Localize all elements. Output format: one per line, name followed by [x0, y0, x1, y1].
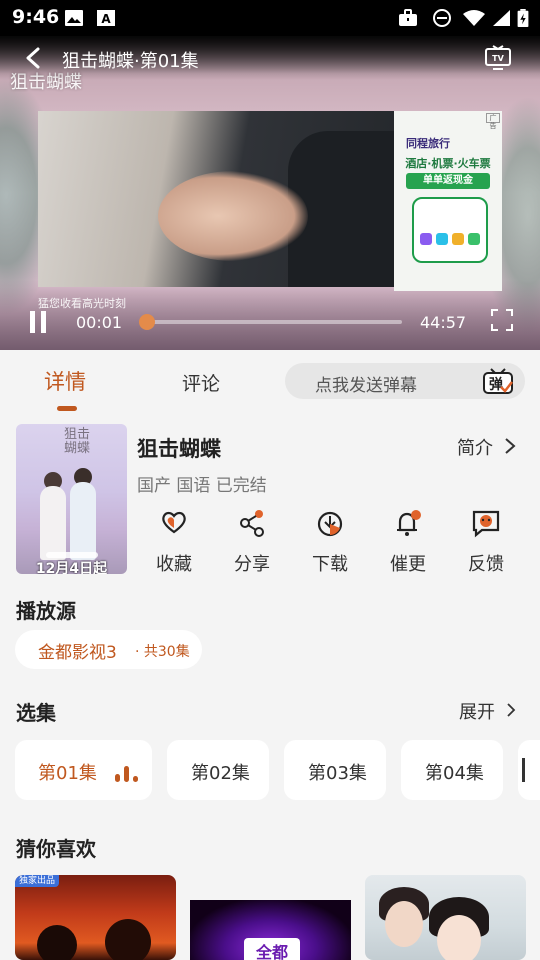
episode-chip-01[interactable]: 第01集 — [15, 740, 152, 800]
show-poster[interactable]: 狙击蝴蝶 12月4日起 — [16, 424, 127, 574]
exclusive-tag: 独家出品 — [15, 875, 60, 887]
danmu-input[interactable]: 点我发送弹幕 弹 — [285, 363, 525, 399]
feedback-icon — [472, 510, 500, 538]
episode-chip-05-partial[interactable] — [518, 740, 540, 800]
svg-text:A: A — [101, 12, 111, 26]
signal-icon — [493, 10, 510, 26]
episode-chip-03[interactable]: 第03集 — [284, 740, 386, 800]
status-time: 9:46 — [12, 6, 60, 28]
gallery-icon — [65, 10, 83, 26]
feedback-button[interactable]: 反馈 — [456, 508, 516, 578]
collect-button[interactable]: 收藏 — [144, 508, 204, 578]
ad-banner[interactable]: 广告 同程旅行 酒店·机票·火车票 单单返现金 — [394, 111, 502, 291]
battery-icon — [517, 9, 529, 27]
ad-cashback: 单单返现金 — [406, 173, 490, 189]
tab-detail[interactable]: 详情 — [44, 366, 86, 396]
current-time: 00:01 — [76, 313, 123, 332]
ad-brand: 同程旅行 — [406, 137, 450, 150]
share-icon — [240, 510, 264, 537]
pause-icon — [30, 311, 35, 333]
show-meta: 国产 国语 已完结 — [137, 476, 267, 496]
tab-active-indicator — [57, 406, 77, 411]
episode-chip-04[interactable]: 第04集 — [401, 740, 503, 800]
share-button[interactable]: 分享 — [222, 508, 282, 578]
font-icon: A — [97, 10, 115, 26]
source-chip[interactable]: 金都影视3 · 共30集 — [15, 630, 202, 669]
chevron-right-icon[interactable] — [506, 702, 516, 718]
poster-date: 12月4日起 — [35, 561, 108, 574]
ad-phone-image — [412, 197, 488, 263]
fullscreen-icon[interactable] — [490, 308, 514, 332]
chevron-right-icon[interactable] — [504, 437, 516, 455]
ad-headline: 酒店·机票·火车票 — [405, 157, 491, 170]
remind-update-button[interactable]: 催更 — [378, 508, 438, 578]
recommend-logo: 全都 — [244, 938, 300, 960]
source-episode-count: · 共30集 — [135, 644, 190, 660]
svg-text:TV: TV — [492, 54, 504, 63]
now-playing-icon — [115, 766, 141, 782]
playback-hint: 猛您收看高光时刻 — [38, 297, 126, 310]
show-title: 狙击蝴蝶 — [137, 437, 221, 461]
video-player[interactable]: 狙击蝴蝶 广告 同程旅行 酒店·机票·火车票 单单返现金 狙击蝴蝶·第01集 T… — [0, 36, 540, 350]
source-section-title: 播放源 — [16, 599, 76, 623]
svg-text:弹: 弹 — [489, 376, 503, 393]
status-bar: 9:46 A — [0, 0, 540, 36]
recommend-card[interactable]: 独家出品 — [15, 875, 176, 960]
source-name: 金都影视3 — [38, 643, 117, 663]
danmu-placeholder: 点我发送弹幕 — [315, 376, 417, 396]
dnd-icon — [433, 9, 451, 27]
pause-button[interactable] — [28, 311, 48, 333]
wifi-icon — [463, 10, 485, 26]
episodes-section-title: 选集 — [16, 701, 56, 725]
recommend-section-title: 猜你喜欢 — [16, 837, 96, 861]
back-arrow-icon[interactable] — [22, 46, 46, 70]
total-time: 44:57 — [420, 313, 467, 332]
recommend-card[interactable]: 全都 — [190, 900, 351, 960]
danmu-toggle-icon[interactable]: 弹 — [481, 365, 515, 397]
briefcase-icon — [399, 9, 417, 26]
video-frame — [38, 111, 394, 287]
player-top-bar: 狙击蝴蝶·第01集 TV — [0, 36, 540, 80]
download-button[interactable]: 下载 — [300, 508, 360, 578]
progress-knob[interactable] — [138, 314, 155, 330]
episode-title: 狙击蝴蝶·第01集 — [62, 51, 199, 72]
progress-bar[interactable] — [138, 314, 402, 330]
heart-collect-icon — [162, 511, 186, 534]
tab-comment[interactable]: 评论 — [182, 369, 220, 396]
ad-tag: 广告 — [486, 113, 500, 130]
download-icon — [317, 511, 343, 537]
recommend-card[interactable] — [365, 875, 526, 960]
poster-title: 狙击蝴蝶 — [64, 427, 91, 456]
bell-remind-icon — [397, 510, 421, 536]
expand-episodes-link[interactable]: 展开 — [459, 698, 495, 724]
cast-tv-icon[interactable]: TV — [484, 45, 512, 71]
episode-chip-02[interactable]: 第02集 — [167, 740, 269, 800]
intro-link[interactable]: 简介 — [457, 434, 493, 460]
tab-bar: 详情 评论 点我发送弹幕 弹 — [0, 350, 540, 412]
